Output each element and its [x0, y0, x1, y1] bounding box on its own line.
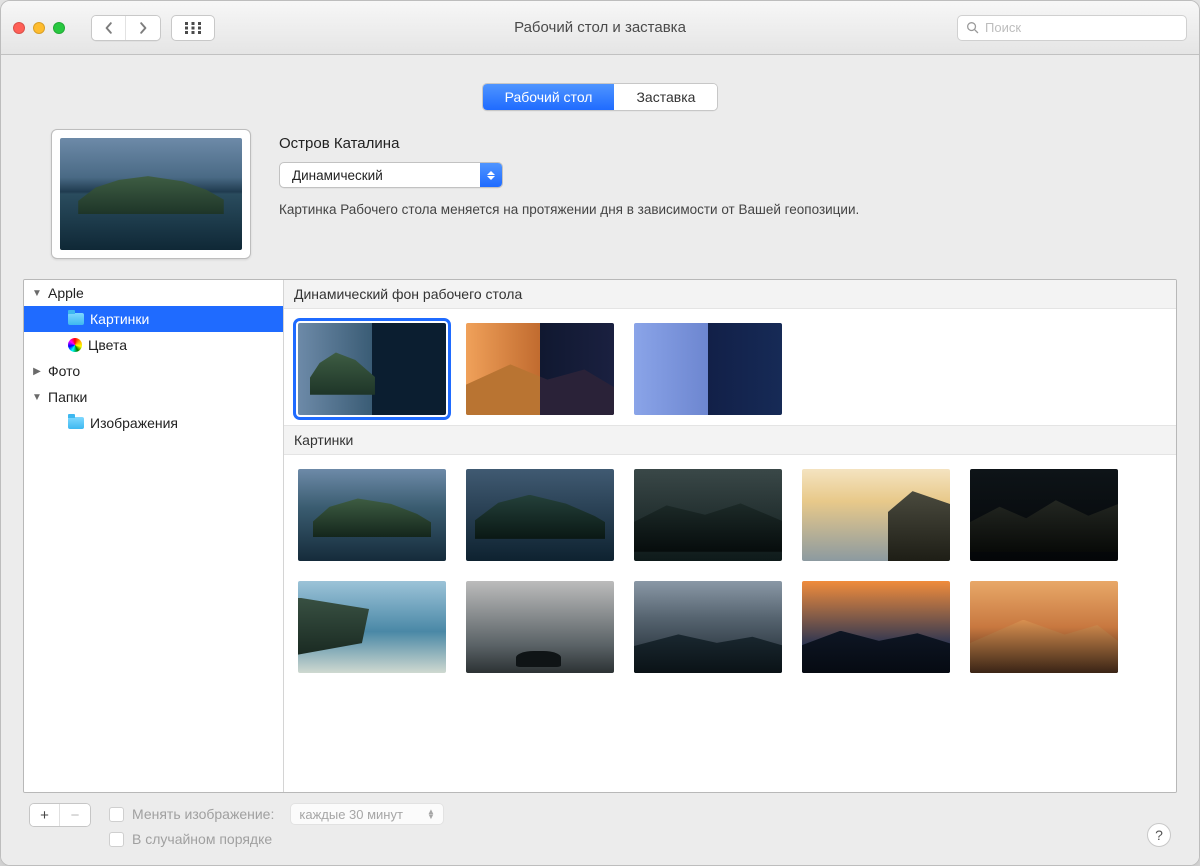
wallpaper-thumb[interactable] — [970, 581, 1118, 673]
rotation-options: Менять изображение: каждые 30 минут ▲▼ В… — [109, 803, 444, 847]
sidebar-group-folders[interactable]: ▼ Папки — [24, 384, 283, 410]
disclosure-triangle-icon: ▼ — [32, 392, 42, 402]
tab-desktop[interactable]: Рабочий стол — [483, 84, 615, 110]
wallpaper-thumb-mojave-dynamic[interactable] — [466, 323, 614, 415]
chevron-left-icon — [103, 22, 115, 34]
wallpaper-thumb[interactable] — [466, 581, 614, 673]
interval-value: каждые 30 минут — [299, 807, 403, 822]
sidebar-label: Apple — [48, 285, 84, 301]
footer-controls: + − Менять изображение: каждые 30 минут … — [23, 793, 1177, 847]
wallpaper-meta: Остров Каталина Динамический Картинка Ра… — [279, 129, 1149, 217]
wallpaper-thumb-catalina-dynamic[interactable] — [298, 323, 446, 415]
dynamic-thumbnails — [284, 309, 1176, 425]
wallpaper-thumb[interactable] — [802, 469, 950, 561]
wallpaper-thumb[interactable] — [802, 581, 950, 673]
search-input[interactable] — [985, 20, 1178, 35]
picture-thumbnails — [284, 455, 1176, 683]
sidebar-label: Цвета — [88, 337, 127, 353]
search-field[interactable] — [957, 15, 1187, 41]
content-area: Рабочий стол Заставка Остров Каталина Ди… — [1, 55, 1199, 865]
gallery-header-pictures: Картинки — [284, 425, 1176, 455]
minimize-window-button[interactable] — [33, 22, 45, 34]
wallpaper-thumb[interactable] — [466, 469, 614, 561]
updown-caret-icon: ▲▼ — [427, 809, 435, 819]
sidebar-label: Фото — [48, 363, 80, 379]
color-wheel-icon — [68, 338, 82, 352]
search-icon — [966, 21, 979, 34]
sidebar-label: Картинки — [90, 311, 149, 327]
source-sidebar: ▼ Apple Картинки Цвета ▶ Фото ▼ Папк — [24, 280, 284, 792]
current-wallpaper-row: Остров Каталина Динамический Картинка Ра… — [23, 129, 1177, 279]
sidebar-label: Папки — [48, 389, 87, 405]
wallpaper-thumb[interactable] — [298, 469, 446, 561]
traffic-lights — [13, 22, 65, 34]
close-window-button[interactable] — [13, 22, 25, 34]
folder-icon — [68, 417, 84, 429]
wallpaper-gallery[interactable]: Динамический фон рабочего стола Картинки — [284, 280, 1176, 792]
sidebar-item-desktop-pictures[interactable]: Картинки — [24, 306, 283, 332]
wallpaper-thumb[interactable] — [634, 581, 782, 673]
zoom-window-button[interactable] — [53, 22, 65, 34]
folder-icon — [68, 313, 84, 325]
random-order-label: В случайном порядке — [132, 831, 272, 847]
wallpaper-preview — [51, 129, 251, 259]
disclosure-triangle-icon: ▶ — [32, 366, 42, 376]
sidebar-group-apple[interactable]: ▼ Apple — [24, 280, 283, 306]
remove-folder-button: − — [60, 804, 90, 826]
title-bar: Рабочий стол и заставка — [1, 1, 1199, 55]
forward-button[interactable] — [126, 16, 160, 40]
appearance-mode-select[interactable]: Динамический — [279, 162, 503, 188]
show-all-prefs-button[interactable] — [171, 15, 215, 41]
updown-caret-icon — [480, 163, 502, 187]
tab-screensaver[interactable]: Заставка — [614, 84, 717, 110]
wallpaper-preview-image — [60, 138, 242, 250]
sidebar-item-images-folder[interactable]: Изображения — [24, 410, 283, 436]
prefs-window: Рабочий стол и заставка Рабочий стол Зас… — [0, 0, 1200, 866]
add-remove-folder: + − — [29, 803, 91, 827]
sidebar-item-colors[interactable]: Цвета — [24, 332, 283, 358]
help-button[interactable]: ? — [1147, 823, 1171, 847]
sidebar-group-photo[interactable]: ▶ Фото — [24, 358, 283, 384]
wallpaper-browser: ▼ Apple Картинки Цвета ▶ Фото ▼ Папк — [23, 279, 1177, 793]
wallpaper-thumb[interactable] — [634, 469, 782, 561]
add-folder-button[interactable]: + — [30, 804, 60, 826]
wallpaper-title: Остров Каталина — [279, 135, 1149, 152]
change-interval-select: каждые 30 минут ▲▼ — [290, 803, 444, 825]
change-picture-checkbox[interactable] — [109, 807, 124, 822]
wallpaper-description: Картинка Рабочего стола меняется на прот… — [279, 202, 1149, 217]
disclosure-triangle-icon: ▼ — [32, 288, 42, 298]
back-button[interactable] — [92, 16, 126, 40]
appearance-mode-value: Динамический — [280, 168, 480, 183]
wallpaper-thumb[interactable] — [298, 581, 446, 673]
random-order-checkbox — [109, 832, 124, 847]
chevron-right-icon — [137, 22, 149, 34]
grid-icon — [185, 22, 201, 34]
wallpaper-thumb-solar-gradients[interactable] — [634, 323, 782, 415]
wallpaper-thumb[interactable] — [970, 469, 1118, 561]
change-picture-label: Менять изображение: — [132, 806, 274, 822]
nav-back-forward — [91, 15, 161, 41]
gallery-header-dynamic: Динамический фон рабочего стола — [284, 280, 1176, 309]
sidebar-label: Изображения — [90, 415, 178, 431]
tab-switcher: Рабочий стол Заставка — [23, 83, 1177, 111]
